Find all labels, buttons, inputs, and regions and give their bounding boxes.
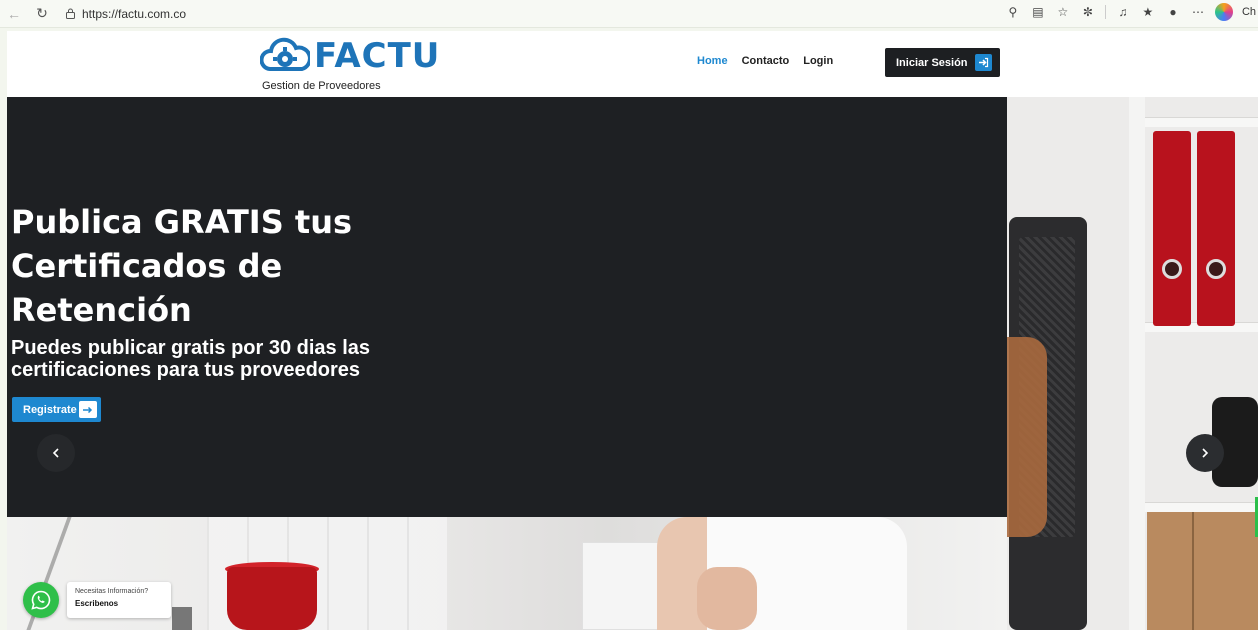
box-divider <box>1192 512 1194 630</box>
shelf-board <box>1145 117 1258 127</box>
nav-contacto[interactable]: Contacto <box>742 55 790 67</box>
whatsapp-widget[interactable]: Necesitas Información? Escribenos <box>23 582 171 618</box>
browser-toolbar: ← ↻ https://factu.com.co ⚲ ▤ ☆ ✼ ♫ ★ ● ⋯… <box>0 0 1258 28</box>
arrow-right-icon <box>79 401 97 418</box>
nav-login[interactable]: Login <box>803 55 833 67</box>
nav-home[interactable]: Home <box>697 55 728 67</box>
divider <box>1104 5 1106 19</box>
reload-icon[interactable]: ↻ <box>32 4 52 24</box>
person-image <box>657 517 907 630</box>
address-bar[interactable]: https://factu.com.co <box>60 3 980 25</box>
more-icon[interactable]: ⋯ <box>1190 4 1206 20</box>
reader-icon[interactable]: ▤ <box>1030 4 1046 20</box>
copilot-icon[interactable] <box>1214 3 1233 21</box>
url-text: https://factu.com.co <box>82 6 187 21</box>
hero-carousel: Publica GRATIS tus Certificados de Reten… <box>7 97 1258 630</box>
music-icon[interactable]: ♫ <box>1115 4 1131 20</box>
main-nav: Home Contacto Login <box>697 55 833 67</box>
hero-title: Publica GRATIS tus Certificados de Reten… <box>11 203 353 329</box>
login-button[interactable]: Iniciar Sesión <box>885 48 1000 77</box>
copilot-label[interactable]: Ch <box>1242 6 1256 18</box>
binder-image <box>1153 131 1191 326</box>
sign-in-icon <box>975 54 992 71</box>
register-button-label: Registrate <box>23 403 77 416</box>
person-hair-image <box>1007 337 1047 537</box>
logo-text: FACTU <box>314 36 441 76</box>
hero-overlay: Publica GRATIS tus Certificados de Reten… <box>7 97 1007 517</box>
zoom-icon[interactable]: ⚲ <box>1005 4 1021 20</box>
whatsapp-button[interactable] <box>23 582 59 618</box>
chevron-left-icon <box>52 448 59 458</box>
lock-icon <box>64 8 76 20</box>
login-button-label: Iniciar Sesión <box>896 56 968 69</box>
shelf-post <box>1129 97 1145 630</box>
lamp-base-image <box>172 607 192 630</box>
boxes-image <box>1147 512 1258 630</box>
logo-subtitle: Gestion de Proveedores <box>262 80 381 92</box>
star-icon[interactable]: ☆ <box>1055 4 1071 20</box>
shelf-board <box>1145 502 1258 512</box>
binder-image <box>1197 131 1235 326</box>
red-mug-image <box>227 567 317 630</box>
person-arm-image <box>697 567 757 630</box>
shield-icon[interactable]: ● <box>1165 4 1181 20</box>
whatsapp-icon <box>31 590 51 610</box>
carousel-prev-button[interactable] <box>37 434 75 472</box>
whatsapp-prompt: Necesitas Información? <box>75 588 149 595</box>
register-button[interactable]: Registrate <box>12 397 101 422</box>
hero-subtitle: Puedes publicar gratis por 30 dias las c… <box>11 337 371 381</box>
whatsapp-cta: Escribenos <box>75 599 119 608</box>
favorites-icon[interactable]: ★ <box>1140 4 1156 20</box>
logo[interactable]: FACTU Gestion de Proveedores <box>260 35 440 93</box>
extension-icon[interactable]: ✼ <box>1080 4 1096 20</box>
site-header: FACTU Gestion de Proveedores Home Contac… <box>7 31 1258 97</box>
web-page: FACTU Gestion de Proveedores Home Contac… <box>7 31 1258 630</box>
cloud-gear-icon <box>260 37 310 71</box>
whatsapp-bubble[interactable]: Necesitas Información? Escribenos <box>67 582 171 618</box>
carousel-next-button[interactable] <box>1186 434 1224 472</box>
chevron-right-icon <box>1202 448 1209 458</box>
back-icon[interactable]: ← <box>4 4 24 24</box>
